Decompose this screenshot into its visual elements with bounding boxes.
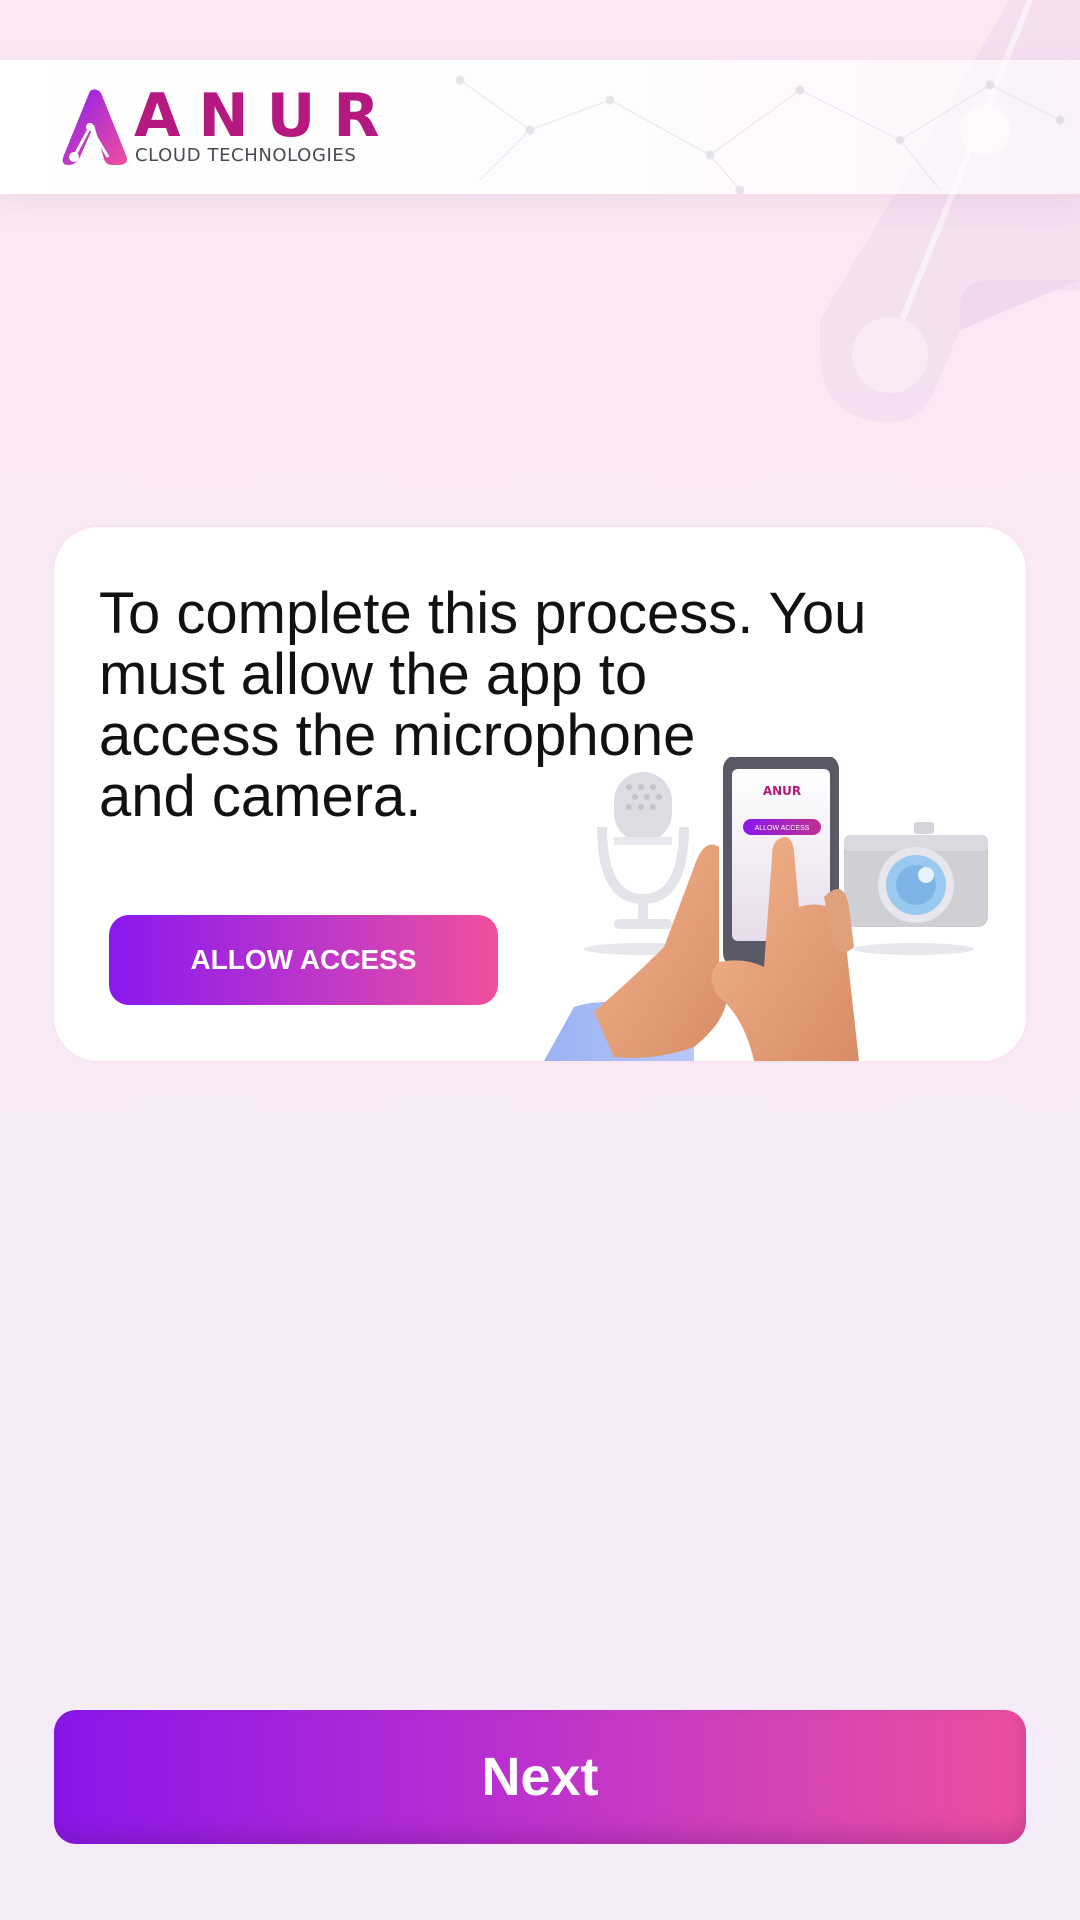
message-line: To complete this process. You	[99, 581, 867, 646]
next-button[interactable]: Next	[54, 1710, 1026, 1844]
allow-access-button[interactable]: ALLOW ACCESS	[109, 915, 498, 1005]
permission-card: To complete this process. You must allow…	[54, 527, 1026, 1061]
phone-button-text: ALLOW ACCESS	[755, 825, 810, 832]
brand-tagline: CLOUD TECHNOLOGIES	[135, 145, 357, 166]
network-pattern-decoration	[455, 75, 1065, 194]
app-header: ANUR CLOUD TECHNOLOGIES	[0, 60, 1080, 194]
brand-name: ANUR	[134, 81, 398, 151]
hand-holding-phone-icon: ANUR ALLOW ACCESS	[544, 757, 859, 1061]
anur-logo-icon	[62, 89, 127, 165]
phone-brand-text: ANUR	[763, 784, 801, 798]
message-line: must allow the app to	[99, 642, 648, 707]
company-logo: ANUR CLOUD TECHNOLOGIES	[60, 81, 380, 171]
camera-icon	[844, 822, 988, 927]
microphone-icon	[597, 772, 689, 929]
permission-illustration: ANUR ALLOW ACCESS	[544, 757, 988, 1061]
